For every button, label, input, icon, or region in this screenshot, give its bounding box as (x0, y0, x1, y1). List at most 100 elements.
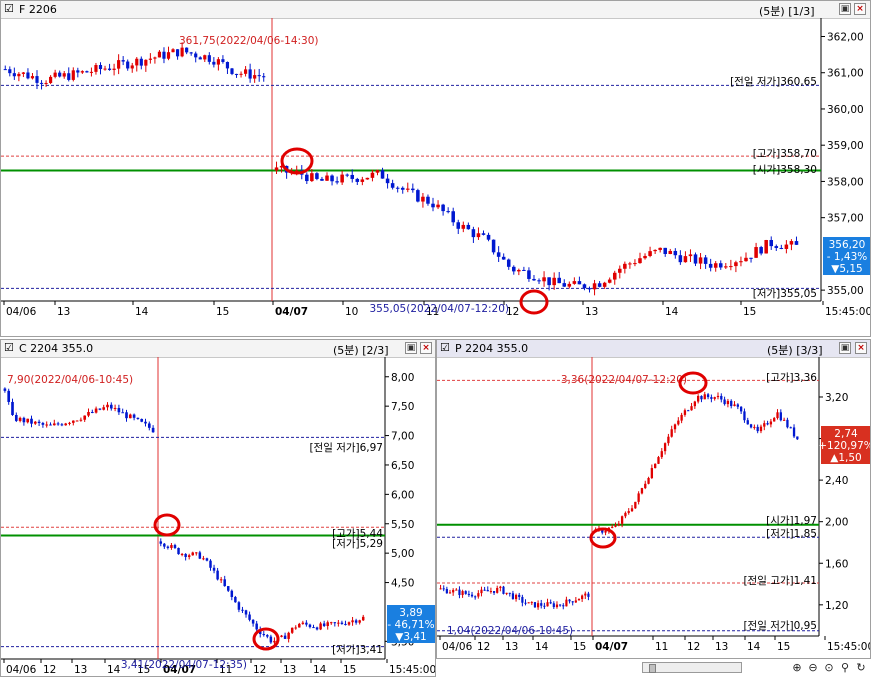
candle-body (734, 262, 738, 267)
candle-body (184, 553, 187, 557)
minimize-button[interactable]: ▣ (405, 342, 417, 354)
candle-body (117, 60, 121, 69)
candle-body (557, 277, 561, 284)
titlebar-p: ☑ P 2204 355.0 (5분) [3/3] ▣ × (437, 340, 870, 358)
candle-body (189, 52, 193, 54)
check-icon[interactable]: ☑ (440, 342, 451, 353)
scroll-thumb[interactable] (649, 664, 656, 673)
candle-body (502, 586, 505, 594)
candle-body (562, 283, 567, 287)
candlestick-chart-c[interactable]: 8,007,507,006,506,005,505,004,503,5004/0… (1, 357, 436, 677)
x-tick-label: 14 (747, 641, 761, 653)
x-tick-label: 13 (74, 664, 87, 676)
candle-body (370, 172, 375, 178)
candle-body (269, 636, 273, 643)
candle-body (76, 70, 80, 73)
annotation-low_marker: 355,05(2022/04/07-12:20) (370, 303, 510, 315)
candle-body (3, 388, 7, 391)
candle-body (320, 178, 324, 181)
candle-body (789, 241, 794, 245)
candle-body (216, 570, 219, 580)
candle-body (157, 51, 162, 58)
candle-body (481, 233, 486, 235)
candle-body (315, 173, 319, 179)
close-button[interactable]: × (854, 3, 866, 15)
candle-body (764, 239, 768, 254)
check-icon[interactable]: ☑ (4, 3, 15, 14)
candle-body (559, 604, 562, 606)
candle-body (350, 174, 355, 179)
candle-body (121, 60, 125, 62)
candle-body (360, 179, 365, 182)
candle-body (335, 181, 339, 183)
candle-body (720, 395, 723, 400)
x-tick-label: 04/06 (442, 641, 473, 653)
candle-body (56, 423, 60, 425)
candle-body (83, 415, 87, 420)
candle-body (266, 635, 269, 637)
candle-body (527, 602, 530, 604)
candle-body (58, 72, 62, 77)
candle-body (584, 593, 587, 596)
fit-icon[interactable]: ⊙ (822, 661, 836, 675)
chart-panel-f: ☑ F 2206 (5분) [1/3] ▣ × 362,00 361,00 360,… (0, 0, 871, 337)
refresh-icon[interactable]: ↻ (854, 661, 868, 675)
candle-body (476, 233, 481, 238)
candle-body (710, 397, 713, 399)
candle-body (162, 51, 166, 59)
candle-body (248, 614, 251, 620)
candle-body (739, 261, 743, 263)
price-box-chg: ▼5,15 (831, 263, 862, 275)
candle-body (693, 254, 698, 264)
candle-body (763, 423, 766, 427)
candle-body (726, 400, 730, 405)
candle-body (112, 68, 116, 70)
candle-body (79, 419, 83, 421)
minimize-button[interactable]: ▣ (839, 3, 851, 15)
close-button[interactable]: × (420, 342, 432, 354)
annotation-day_low_top: [저가]5,29 (332, 538, 383, 550)
candle-body (98, 408, 102, 410)
candle-body (624, 512, 627, 517)
candle-body (508, 592, 511, 594)
candle-body (602, 282, 607, 287)
candle-body (436, 204, 440, 208)
horizontal-scrollbar[interactable] (642, 662, 742, 673)
candle-body (683, 256, 688, 263)
candle-body (113, 407, 117, 409)
x-tick-label: 15 (743, 306, 756, 318)
candle-body (654, 463, 657, 469)
minimize-button[interactable]: ▣ (839, 342, 851, 354)
candlestick-chart-p[interactable]: 3,202,802,402,001,601,2004/061213141504/… (437, 357, 871, 659)
candle-body (68, 422, 71, 424)
x-tick-label: 14 (665, 306, 679, 318)
annotation-high_marker: 361,75(2022/04/06-14:30) (179, 35, 319, 47)
candle-body (456, 222, 461, 229)
chart-panel-c: ☑ C 2204 355.0 (5분) [2/3] ▣ × 8,00 7,50 7,… (0, 339, 436, 677)
candle-body (511, 593, 515, 600)
annotation-day_open: [시가]358,30 (753, 164, 817, 176)
candle-body (687, 410, 690, 412)
candle-body (572, 281, 577, 284)
candle-body (315, 627, 319, 630)
zoom-out-icon[interactable]: ⊖ (806, 661, 820, 675)
candlestick-chart-f[interactable]: 362,00 361,00 360,00 359,00 358,00 357,00 355,… (1, 18, 871, 337)
zoom-in-icon[interactable]: ⊕ (790, 661, 804, 675)
close-button[interactable]: × (855, 342, 867, 354)
candle-body (756, 426, 759, 432)
candle-body (37, 421, 41, 424)
candle-body (22, 417, 26, 423)
candle-body (730, 400, 733, 407)
candle-body (628, 263, 632, 265)
candle-body (618, 268, 622, 273)
candle-body (361, 616, 365, 621)
search-icon[interactable]: ⚲ (838, 661, 852, 675)
candle-body (700, 395, 703, 400)
candle-body (650, 468, 654, 479)
x-tick-label: 12 (687, 641, 700, 653)
check-icon[interactable]: ☑ (4, 342, 15, 353)
x-tick-label: 15 (573, 641, 586, 653)
x-tick-label: 14 (107, 664, 121, 676)
candle-body (492, 591, 496, 593)
x-tick-label: 04/07 (275, 306, 308, 318)
